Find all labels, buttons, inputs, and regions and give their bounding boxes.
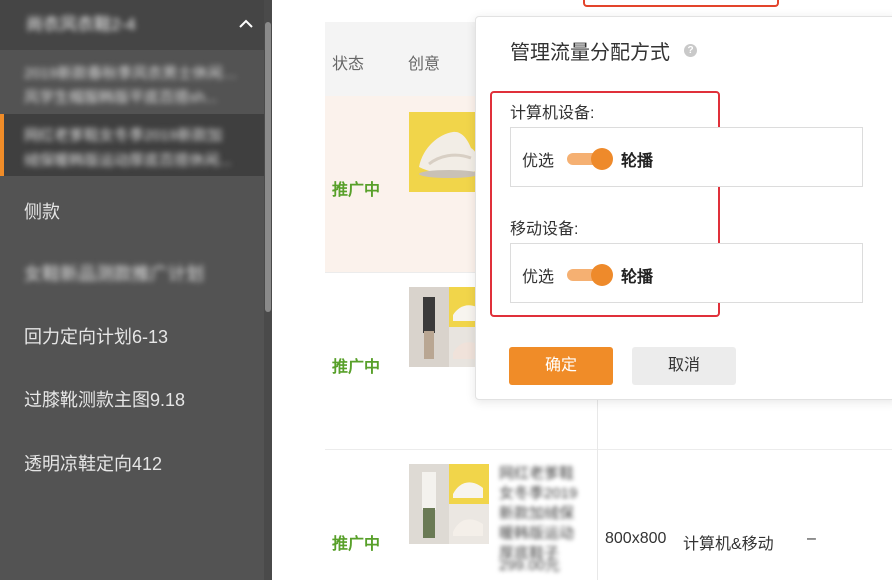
sidebar-subitem-line2: 绒保暖韩版运动厚底百搭休闲... [24, 152, 232, 169]
creative-size: 800x800 [605, 530, 667, 547]
extra-value: – [807, 530, 816, 547]
status-badge: 推广中 [332, 536, 381, 553]
option-preferred-label: 优选 [522, 269, 555, 286]
computer-allocation-toggle[interactable] [567, 148, 613, 170]
sidebar-item-label: 女鞋新品测款推广计划 [24, 264, 204, 284]
sidebar-subitem-active[interactable]: 网红老爹鞋女冬季2019新款加 绒保暖韩版运动厚底百搭休闲... [0, 114, 264, 176]
option-preferred-label: 优选 [522, 153, 555, 170]
sidebar-group-title: 尚衣风衣鞋2-4 [26, 15, 136, 34]
sidebar-subitem-line2: 风学生帽服韩版平底百搭sh... [24, 89, 218, 106]
sidebar-item-label: 透明凉鞋定向412 [24, 454, 163, 474]
toggle-knob[interactable] [591, 264, 613, 286]
help-icon[interactable]: ? [684, 44, 697, 57]
computer-allocation-option: 优选 轮播 [510, 127, 863, 187]
traffic-allocation-popover: 管理流量分配方式 ? 计算机设备: 优选 轮播 移动设备: 优选 轮播 确定 取… [475, 16, 892, 400]
sidebar-item-campaign[interactable]: 回力定向计划6-13 [0, 323, 264, 353]
sidebar-item-label: 回力定向计划6-13 [24, 327, 169, 347]
column-header-creative: 创意 [408, 56, 441, 73]
sidebar: 尚衣风衣鞋2-4 2019新款春秋季风衣男士休闲韩版 风学生帽服韩版平底百搭sh… [0, 0, 272, 580]
computer-device-label: 计算机设备: [510, 105, 595, 122]
mobile-device-label: 移动设备: [510, 221, 579, 238]
creative-thumbnail[interactable] [409, 464, 489, 544]
creative-price: 299.00元 [499, 557, 560, 574]
status-badge: 推广中 [332, 359, 381, 376]
chevron-up-icon[interactable] [236, 14, 256, 34]
sidebar-subitem-line1: 网红老爹鞋女冬季2019新款加 [24, 127, 223, 144]
toggle-knob[interactable] [591, 148, 613, 170]
sidebar-item-label: 过膝靴测款主图9.18 [24, 390, 186, 410]
sidebar-scrollbar-thumb[interactable] [265, 22, 271, 312]
table-row: 推广中 网红老爹鞋女冬季2019新款加绒保暖韩版运动厚底鞋子 299.00元 8… [325, 450, 892, 580]
creative-title: 网红老爹鞋女冬季2019新款加绒保暖韩版运动厚底鞋子 [499, 465, 578, 562]
column-header-status: 状态 [332, 56, 365, 73]
sidebar-subitem-line1: 2019新款春秋季风衣男士休闲韩版 [24, 65, 242, 82]
option-rotation-label: 轮播 [621, 269, 654, 286]
popover-title: 管理流量分配方式 [510, 42, 670, 64]
status-badge: 推广中 [332, 182, 381, 199]
cancel-button[interactable]: 取消 [632, 347, 736, 385]
highlighted-field-edge [583, 0, 779, 7]
sidebar-item-label: 侧款 [24, 202, 60, 222]
device-target: 计算机&移动 [683, 536, 774, 553]
sidebar-group-header[interactable]: 尚衣风衣鞋2-4 [0, 0, 264, 50]
sidebar-subitem[interactable]: 2019新款春秋季风衣男士休闲韩版 风学生帽服韩版平底百搭sh... [0, 52, 264, 112]
sidebar-item-campaign[interactable]: 过膝靴测款主图9.18 [0, 386, 264, 416]
sidebar-item-campaign[interactable]: 女鞋新品测款推广计划 [0, 260, 264, 290]
sidebar-item-campaign[interactable]: 透明凉鞋定向412 [0, 448, 264, 478]
mobile-allocation-option: 优选 轮播 [510, 243, 863, 303]
option-rotation-label: 轮播 [621, 153, 654, 170]
confirm-button[interactable]: 确定 [509, 347, 613, 385]
mobile-allocation-toggle[interactable] [567, 264, 613, 286]
sidebar-item-campaign[interactable]: 侧款 [0, 198, 264, 228]
sneaker-collage-icon [409, 464, 489, 544]
